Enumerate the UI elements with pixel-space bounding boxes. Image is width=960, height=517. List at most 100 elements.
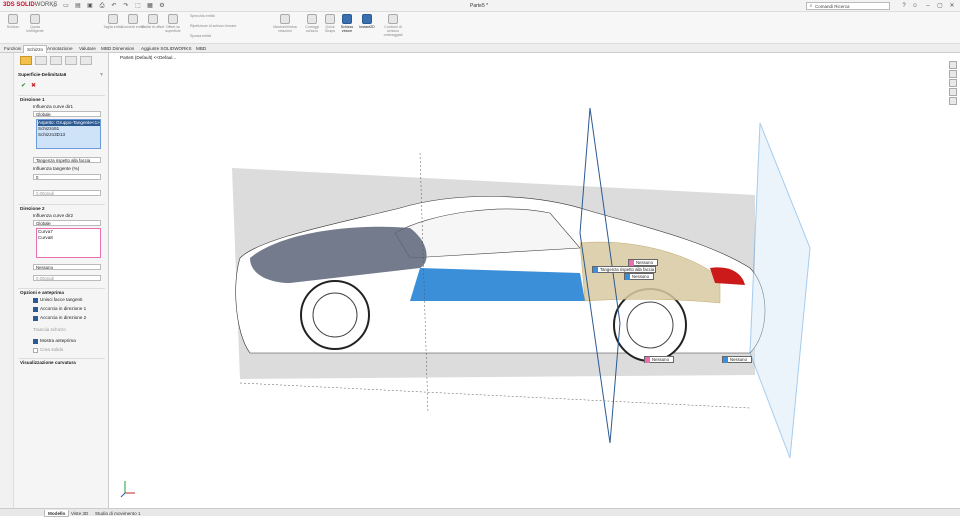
dir1-influence-label: Influenza curve dir1 — [33, 104, 74, 109]
create-solid-checkbox[interactable] — [33, 348, 38, 353]
create-solid-label: Crea solido — [40, 347, 64, 352]
file-explorer-icon[interactable] — [949, 79, 957, 87]
help-icon[interactable]: ? — [900, 2, 908, 10]
select-icon[interactable]: ⬚ — [134, 2, 142, 10]
repair-icon — [307, 14, 317, 24]
show-preview-checkbox[interactable] — [33, 339, 38, 344]
dimension-icon — [30, 14, 40, 24]
dir2-influence-select[interactable]: Globale — [33, 220, 101, 226]
dir2-influence-label: Influenza curve dir2 — [33, 213, 74, 218]
feature-tree-tab[interactable] — [20, 56, 32, 65]
search-icon: ⌕ — [809, 3, 813, 9]
construction-line — [239, 382, 751, 409]
command-tabs: Funzioni Schizzo Annotazione Valutare MB… — [0, 44, 960, 53]
document-title: Parte5 * — [470, 3, 489, 9]
curvature-header[interactable]: Visualizzazione curvatura — [20, 360, 76, 366]
trim-sketch-label[interactable]: Tranciia schizzo — [33, 327, 66, 333]
list-item[interactable]: Schizzo3D13 — [38, 132, 65, 138]
trim-icon — [108, 14, 118, 24]
resources-icon[interactable] — [949, 61, 957, 69]
offset-surface-icon — [168, 14, 178, 24]
task-pane — [948, 60, 958, 120]
undo-icon[interactable]: ↶ — [110, 2, 118, 10]
merge-tangent-faces-label: Unisci facce tangenti — [40, 297, 83, 302]
shaded-contours-command[interactable]: Contorni di schizzo ombreggiati — [378, 14, 408, 37]
tab-aggiunte[interactable]: Aggiunte SOLIDWORKS — [138, 45, 195, 53]
tab-mbd-dimension[interactable]: MBD Dimension — [98, 45, 137, 53]
search-input[interactable]: Comandi Ricerca — [806, 2, 890, 10]
blue-swatch — [723, 357, 728, 363]
rapid-sketch-command[interactable]: Schizzo veloce — [337, 14, 357, 33]
tab-annotazione[interactable]: Annotazione — [44, 45, 76, 53]
door-surface — [410, 268, 585, 301]
dir1-curves-list[interactable]: Aspetto: Gruppo-Tangente<1> Schizzo51 Sc… — [36, 119, 101, 149]
configuration-tab[interactable] — [50, 56, 62, 65]
restore-icon[interactable]: ▢ — [936, 2, 944, 10]
smart-dimension-command[interactable]: Quota intelligente — [22, 14, 48, 33]
graphics-area[interactable]: Parte5 (Default) <<Defaul... Nessuno Tan… — [110, 53, 960, 508]
offset-surface-command[interactable]: Offset su superficie — [160, 14, 186, 33]
dir1-tangency-select[interactable]: Tangenza rispetto alla faccia — [33, 157, 101, 163]
convert-icon — [128, 14, 138, 24]
property-manager-tab[interactable] — [35, 56, 47, 65]
user-icon[interactable]: ☺ — [911, 2, 919, 10]
tab-valutare[interactable]: Valutare — [76, 45, 99, 53]
display-tab[interactable] — [80, 56, 92, 65]
divider — [18, 288, 105, 289]
trim-dir2-label: Accorcia in direzione 2 — [40, 315, 87, 320]
ok-button[interactable]: ✔ — [21, 83, 26, 89]
list-item[interactable]: Curva8 — [38, 235, 53, 241]
save-icon[interactable]: ▣ — [86, 2, 94, 10]
car-model-view[interactable] — [110, 53, 960, 508]
redo-icon[interactable]: ↷ — [122, 2, 130, 10]
relations-command[interactable]: Mostra/elimina relazioni — [270, 14, 300, 33]
minimize-icon[interactable]: – — [924, 2, 932, 10]
callout-connector[interactable]: Nessuno — [644, 356, 674, 363]
shaded-contours-icon — [388, 14, 398, 24]
tab-funzioni[interactable]: Funzioni — [1, 45, 24, 53]
direction1-header[interactable]: Direzione 1 — [20, 97, 45, 103]
relations-icon — [280, 14, 290, 24]
tangent-influence-input[interactable]: 0 — [33, 174, 101, 180]
home-icon[interactable]: ⌂ — [50, 2, 58, 10]
appearances-icon[interactable] — [949, 88, 957, 96]
sketch-tools-strip — [0, 53, 14, 508]
move-command[interactable]: Sposta entità — [190, 34, 230, 38]
instant2d-command[interactable]: Instant2D — [356, 14, 378, 29]
dir2-angle-input[interactable]: 0,00gradi — [33, 275, 101, 281]
callout-connector[interactable]: Nessuno — [722, 356, 752, 363]
dir1-influence-select[interactable]: Globale — [33, 111, 101, 117]
help-icon[interactable]: ? — [100, 72, 103, 78]
tab-mbd[interactable]: MBD — [193, 45, 209, 53]
trim-dir1-checkbox[interactable] — [33, 307, 38, 312]
triad-z-axis — [120, 492, 126, 498]
divider — [18, 204, 105, 205]
options-icon[interactable]: ⚙ — [158, 2, 166, 10]
dir2-tangency-select[interactable]: Nessuno — [33, 264, 101, 270]
trim-dir2-checkbox[interactable] — [33, 316, 38, 321]
direction2-header[interactable]: Direzione 2 — [20, 206, 45, 212]
dir2-curves-list[interactable]: Curva7 Curva8 — [36, 228, 101, 258]
mirror-command[interactable]: Specchia entità — [190, 14, 230, 18]
open-icon[interactable]: ▤ — [74, 2, 82, 10]
front-wheel — [300, 280, 370, 350]
print-icon[interactable]: ⎙ — [98, 2, 106, 10]
close-icon[interactable]: ✕ — [948, 2, 956, 10]
property-manager: Superficie-Delimitata6 ? ✔ ✖ Direzione 1… — [14, 53, 109, 508]
dir1-angle-input[interactable]: 0,00gradi — [33, 190, 101, 196]
rebuild-icon[interactable]: ▦ — [146, 2, 154, 10]
dimxpert-tab[interactable] — [65, 56, 77, 65]
callout-connector[interactable]: Nessuno — [624, 273, 654, 280]
linear-pattern-command[interactable]: Ripetizione di schizzo lineare — [190, 24, 260, 28]
show-preview-label: Mostra anteprima — [40, 338, 76, 343]
callout-connector[interactable]: Nessuno — [628, 259, 658, 266]
design-library-icon[interactable] — [949, 70, 957, 78]
blue-swatch — [593, 267, 598, 273]
callout-tangency[interactable]: Tangenza rispetto alla faccia — [592, 266, 656, 273]
cancel-button[interactable]: ✖ — [31, 83, 36, 89]
new-document-icon[interactable]: ▭ — [62, 2, 70, 10]
options-header[interactable]: Opzioni e anteprima — [20, 290, 64, 296]
custom-properties-icon[interactable] — [949, 97, 957, 105]
merge-tangent-faces-checkbox[interactable] — [33, 298, 38, 303]
pm-title: Superficie-Delimitata6 — [18, 72, 67, 77]
